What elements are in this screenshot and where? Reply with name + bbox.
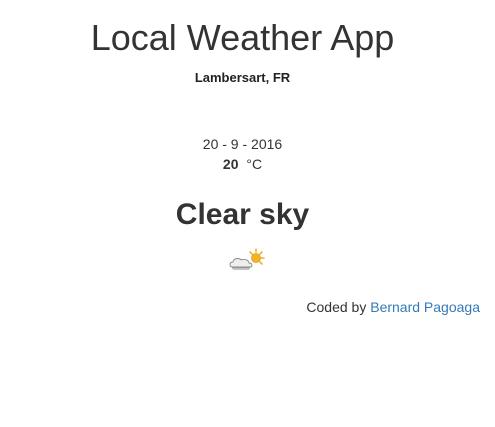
weather-condition: Clear sky: [175, 198, 310, 231]
location-label: Lambersart, FR: [194, 70, 291, 85]
temperature-unit-toggle[interactable]: °C: [246, 156, 262, 172]
author-link[interactable]: Bernard Pagoaga: [370, 299, 480, 315]
date-label: 20 - 9 - 2016: [202, 136, 283, 152]
page-title: Local Weather App: [90, 17, 395, 58]
footer-credit: Coded by Bernard Pagoaga: [306, 299, 480, 315]
weather-app-page: Local Weather App Lambersart, FR 20 - 9 …: [0, 0, 495, 427]
temperature-value: 20: [222, 156, 239, 172]
partly-cloudy-icon: [227, 246, 267, 272]
credit-prefix: Coded by: [306, 299, 367, 315]
temperature-row: 20 °C: [0, 156, 485, 172]
